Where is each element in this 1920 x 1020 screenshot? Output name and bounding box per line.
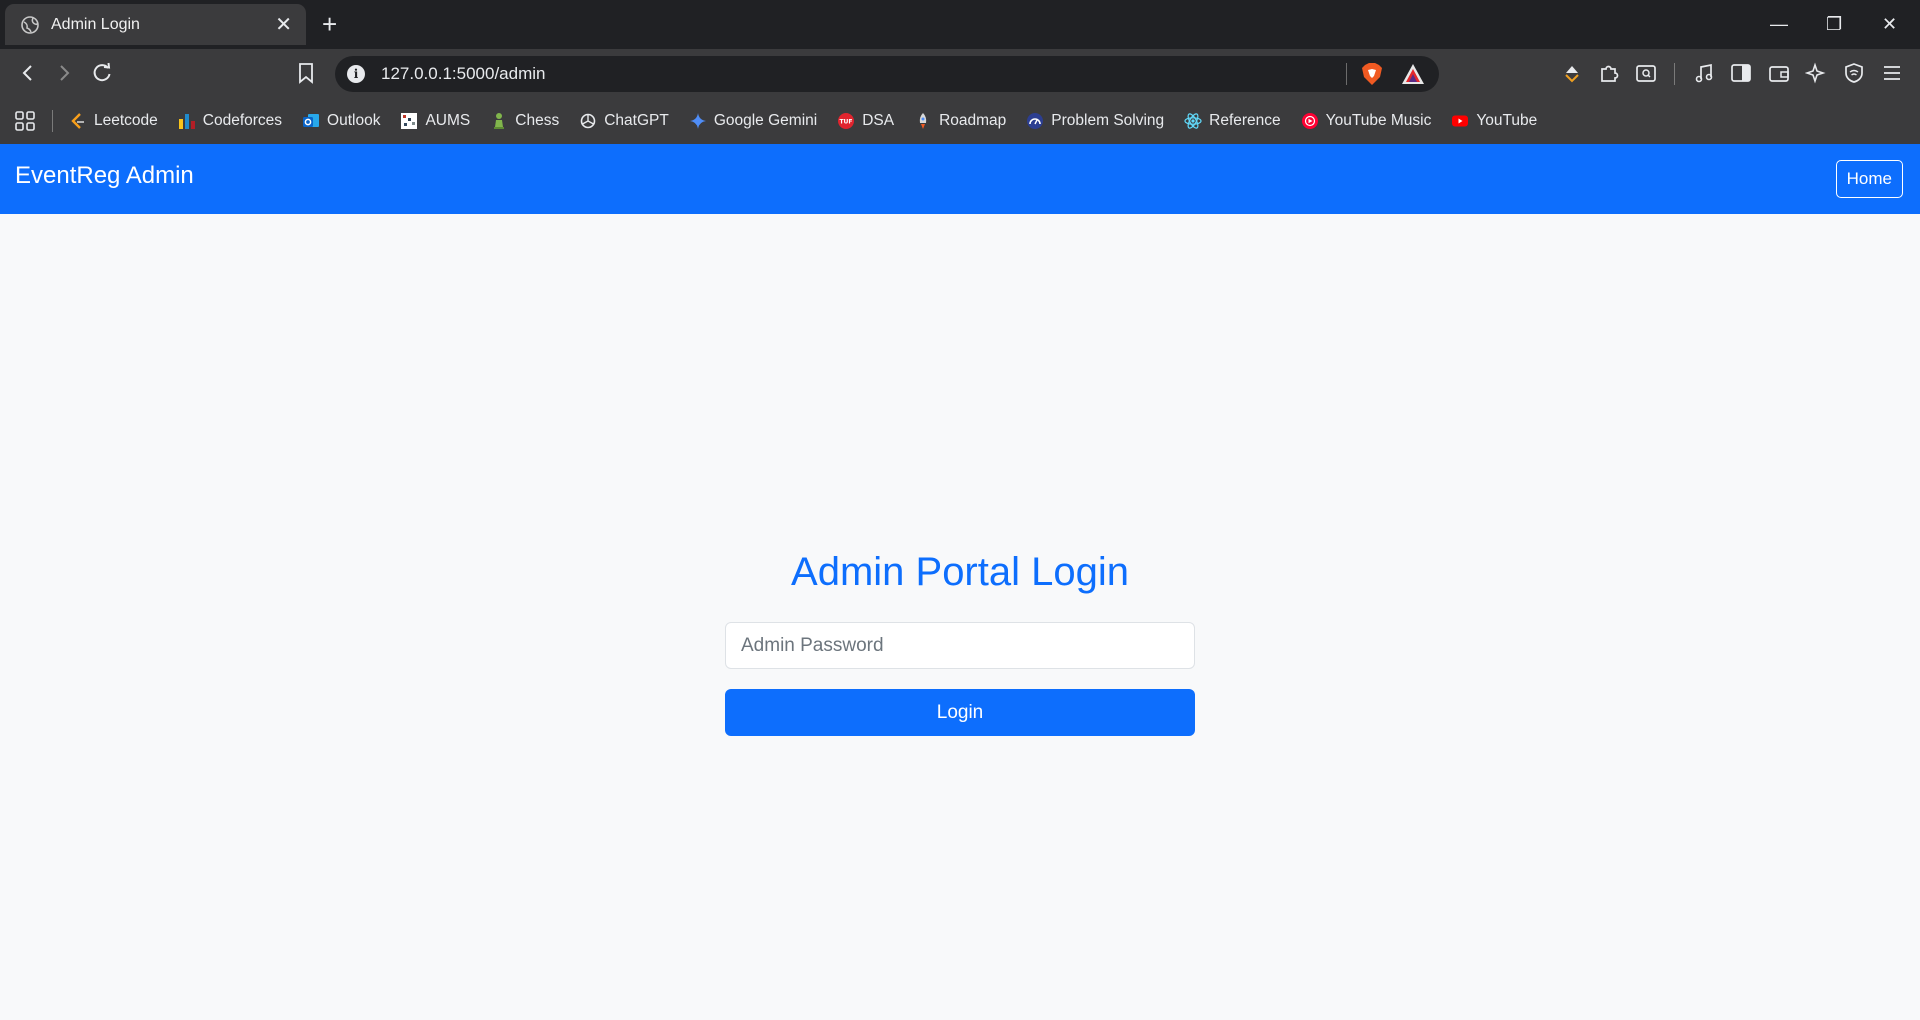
home-button[interactable]: Home (1835, 160, 1903, 198)
bookmark-chess[interactable]: Chess (490, 112, 559, 130)
aums-icon (401, 112, 418, 129)
bookmark-label: YouTube Music (1325, 111, 1432, 129)
forward-icon[interactable] (52, 61, 76, 85)
address-bar[interactable]: i 127.0.0.1:5000/admin (335, 56, 1439, 92)
browser-tab[interactable]: Admin Login ✕ (5, 4, 306, 45)
bookmark-aums[interactable]: AUMS (400, 112, 470, 130)
wallet-icon[interactable] (1767, 61, 1791, 85)
tab-title: Admin Login (51, 15, 140, 33)
bookmark-label: Leetcode (94, 111, 158, 129)
login-form: Admin Portal Login Login (725, 540, 1195, 736)
bookmark-label: Reference (1209, 111, 1281, 129)
bookmark-label: AUMS (425, 111, 471, 129)
bookmark-label: YouTube (1476, 111, 1538, 129)
bookmark-codeforces[interactable]: Codeforces (178, 112, 282, 130)
extensions-icon[interactable] (1597, 61, 1621, 85)
close-tab-icon[interactable]: ✕ (275, 15, 292, 35)
leetcode-icon (71, 112, 84, 129)
youtube-music-icon (1301, 112, 1318, 129)
toolbar-divider (1674, 63, 1675, 85)
vpn-shield-icon[interactable] (1842, 61, 1866, 85)
gemini-icon (689, 112, 706, 129)
bookmark-label: Google Gemini (713, 111, 818, 129)
restore-icon[interactable]: ❐ (1826, 12, 1842, 36)
bookmark-label: ChatGPT (604, 111, 669, 129)
outlook-icon (303, 113, 320, 127)
bookmarks-bar: Leetcode Codeforces Outlook AUMS Chess C… (0, 97, 1920, 144)
reload-icon[interactable] (90, 61, 114, 85)
site-info-icon[interactable]: i (347, 65, 365, 83)
minimize-icon[interactable]: — (1770, 12, 1788, 36)
navbar-brand[interactable]: EventReg Admin (15, 162, 194, 190)
admin-password-input[interactable] (725, 622, 1195, 669)
chatgpt-icon (580, 113, 596, 128)
svg-text:TUF: TUF (840, 118, 853, 125)
bookmark-outlook[interactable]: Outlook (302, 112, 380, 130)
rocket-icon (919, 112, 927, 129)
tab-strip: Admin Login ✕ + — ❐ ✕ (0, 0, 1920, 49)
bookmark-label: Outlook (327, 111, 381, 129)
leo-ai-icon[interactable] (1804, 61, 1828, 85)
bookmark-label: DSA (862, 111, 895, 129)
bookmark-google-gemini[interactable]: Google Gemini (689, 112, 817, 130)
screenshot-search-icon[interactable] (1634, 61, 1658, 85)
bookmarks-divider (52, 109, 53, 132)
bookmark-label: Roadmap (939, 111, 1007, 129)
bookmark-reference[interactable]: Reference (1184, 112, 1281, 130)
brave-shields-icon[interactable] (1361, 62, 1383, 86)
url-text[interactable]: 127.0.0.1:5000/admin (381, 64, 1346, 84)
apps-grid-icon[interactable] (14, 110, 36, 132)
dsa-icon: TUF (838, 112, 855, 129)
bookmark-chatgpt[interactable]: ChatGPT (579, 112, 669, 130)
sidebar-icon[interactable] (1729, 61, 1753, 85)
problem-solving-icon (1027, 112, 1044, 129)
bookmark-label: Codeforces (202, 111, 283, 129)
bookmark-problem-solving[interactable]: Problem Solving (1026, 112, 1164, 130)
globe-icon (21, 15, 39, 34)
chess-icon (494, 112, 505, 129)
app-navbar: EventReg Admin Home (0, 144, 1920, 214)
youtube-icon (1452, 115, 1469, 126)
back-icon[interactable] (16, 61, 40, 85)
bookmark-youtube[interactable]: YouTube (1451, 112, 1537, 130)
bookmark-leetcode[interactable]: Leetcode (69, 112, 158, 130)
bookmark-dsa[interactable]: TUF DSA (837, 112, 894, 130)
codeforces-icon (178, 113, 195, 129)
brave-rewards-icon[interactable] (1401, 63, 1425, 85)
bookmark-youtube-music[interactable]: YouTube Music (1301, 111, 1432, 130)
login-button[interactable]: Login (725, 689, 1195, 736)
swap-icon[interactable] (1560, 61, 1584, 85)
react-icon (1184, 112, 1202, 129)
music-icon[interactable] (1692, 61, 1716, 85)
bookmark-roadmap[interactable]: Roadmap (914, 112, 1006, 130)
bookmark-icon[interactable] (294, 61, 318, 85)
bookmark-label: Problem Solving (1051, 111, 1165, 129)
new-tab-icon[interactable]: + (322, 10, 337, 38)
page-title: Admin Portal Login (791, 550, 1129, 594)
window-close-icon[interactable]: ✕ (1882, 12, 1897, 36)
bookmark-label: Chess (515, 111, 560, 129)
omnibox-divider (1346, 63, 1347, 85)
menu-icon[interactable] (1880, 61, 1904, 85)
